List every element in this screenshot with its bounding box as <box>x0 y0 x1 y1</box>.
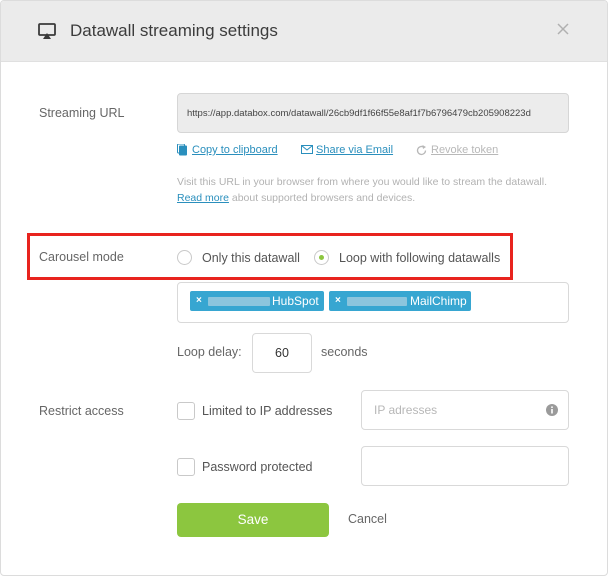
loop-delay-input[interactable]: 60 <box>252 333 312 373</box>
only-this-datawall-label[interactable]: Only this datawall <box>202 251 300 265</box>
help-suffix: about supported browsers and devices. <box>231 192 416 204</box>
close-icon[interactable] <box>555 21 571 37</box>
datawall-tag: × HubSpot <box>190 291 324 311</box>
password-input[interactable] <box>361 446 569 486</box>
clipboard-icon <box>177 144 187 156</box>
password-protected-checkbox[interactable] <box>177 458 195 476</box>
share-via-email-link[interactable]: Share via Email <box>301 144 394 156</box>
streaming-settings-dialog: Datawall streaming settings Streaming UR… <box>0 0 608 576</box>
read-more-link[interactable]: Read more <box>177 192 229 204</box>
cancel-button[interactable]: Cancel <box>348 512 387 526</box>
streaming-url-label: Streaming URL <box>39 106 125 120</box>
envelope-icon <box>301 145 313 154</box>
datawall-tags-input[interactable]: × HubSpot × MailChimp <box>177 282 569 323</box>
datawall-tag: × MailChimp <box>329 291 471 311</box>
dialog-header: Datawall streaming settings <box>1 1 607 62</box>
redacted-text <box>347 297 407 306</box>
revoke-link-label: Revoke token <box>431 144 499 156</box>
restrict-access-label: Restrict access <box>39 404 124 418</box>
streaming-help-text: Visit this URL in your browser from wher… <box>177 174 557 206</box>
loop-delay-unit: seconds <box>321 345 368 359</box>
airplay-icon <box>38 23 56 39</box>
share-link-label: Share via Email <box>316 144 394 156</box>
dialog-title: Datawall streaming settings <box>70 21 278 40</box>
carousel-mode-label: Carousel mode <box>39 250 124 264</box>
copy-to-clipboard-link[interactable]: Copy to clipboard <box>177 144 278 156</box>
revoke-token-link[interactable]: Revoke token <box>416 144 499 156</box>
save-button[interactable]: Save <box>177 503 329 537</box>
copy-link-label: Copy to clipboard <box>192 144 278 156</box>
limit-ip-checkbox[interactable] <box>177 402 195 420</box>
limit-ip-label[interactable]: Limited to IP addresses <box>202 404 332 418</box>
redacted-text <box>208 297 270 306</box>
ip-addresses-input[interactable]: IP adresses <box>361 390 569 430</box>
loop-datawalls-radio[interactable] <box>314 250 329 265</box>
help-prefix: Visit this URL in your browser from wher… <box>177 176 547 188</box>
loop-delay-label: Loop delay: <box>177 345 242 359</box>
tag-label: MailChimp <box>410 294 467 308</box>
info-icon[interactable] <box>546 404 558 416</box>
refresh-icon <box>416 145 427 156</box>
remove-tag-icon[interactable]: × <box>196 291 202 311</box>
remove-tag-icon[interactable]: × <box>335 291 341 311</box>
only-this-datawall-radio[interactable] <box>177 250 192 265</box>
loop-datawalls-label[interactable]: Loop with following datawalls <box>339 251 500 265</box>
tag-label: HubSpot <box>272 294 319 308</box>
streaming-url-field[interactable]: https://app.databox.com/datawall/26cb9df… <box>177 93 569 133</box>
password-protected-label[interactable]: Password protected <box>202 460 312 474</box>
